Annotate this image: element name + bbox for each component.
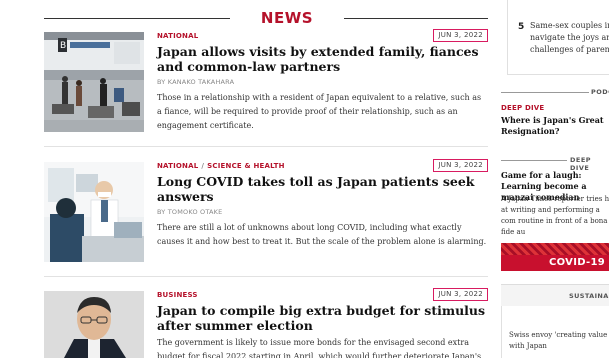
sustainable-section-header: SUSTAINAB — [501, 284, 609, 306]
article-divider — [44, 276, 488, 277]
article-byline[interactable]: BY KANAKO TAKAHARA — [157, 78, 488, 86]
article-thumbnail[interactable]: B — [44, 32, 144, 132]
article-headline[interactable]: Japan allows visits by extended family, … — [157, 44, 488, 74]
sustainable-headline[interactable]: Swiss envoy 'creating value to with Japa… — [509, 330, 609, 352]
article-headline[interactable]: Long COVID takes toll as Japan patients … — [157, 174, 488, 204]
airport-arrival-hall-photo: B — [44, 32, 144, 132]
right-sidebar: 5 Same-sex couples in navigate the joys … — [501, 0, 609, 358]
deep-dive-headline[interactable]: Where is Japan's Great Resignation? — [501, 115, 609, 137]
article-card[interactable]: NATIONAL / SCIENCE & HEALTH JUN 3, 2022 Lo… — [44, 159, 488, 264]
covid-banner[interactable]: COVID-19 — [501, 243, 609, 271]
article-date: JUN 3, 2022 — [433, 159, 488, 172]
article-headline[interactable]: Japan to compile big extra budget for st… — [157, 303, 488, 333]
article-body: NATIONAL / SCIENCE & HEALTH JUN 3, 2022 Lo… — [157, 159, 488, 249]
article-byline[interactable]: BY TOMOKO OTAKE — [157, 208, 488, 216]
article-body: BUSINESS JUN 3, 2022 Japan to compile bi… — [157, 288, 488, 358]
article-thumbnail[interactable] — [44, 162, 144, 262]
deep-dive-section-rule — [501, 160, 567, 161]
covid-banner-label: COVID-19 — [549, 257, 605, 268]
feature-summary: A Japan Times reporter tries his at writ… — [501, 195, 609, 236]
header-rule-left — [44, 18, 230, 19]
ranked-item-number: 5 — [518, 22, 525, 32]
prime-minister-portrait-photo — [44, 291, 144, 358]
article-date: JUN 3, 2022 — [433, 29, 488, 42]
article-card[interactable]: B NATIONAL JUN 3, 2022 Japan allows visi… — [44, 29, 488, 134]
doctor-consultation-photo — [44, 162, 144, 262]
header-rule-right — [344, 18, 488, 19]
section-title: NEWS — [260, 9, 314, 27]
news-section-header: NEWS — [44, 8, 488, 28]
sustainable-section-label: SUSTAINAB — [569, 292, 609, 300]
article-summary: There are still a lot of unknowns about … — [157, 223, 487, 246]
article-body: NATIONAL JUN 3, 2022 Japan allows visits… — [157, 29, 488, 133]
podcast-section-label: PODC — [591, 88, 609, 96]
deep-dive-category[interactable]: DEEP DIVE — [501, 104, 544, 113]
ranked-item-headline[interactable]: Same-sex couples in navigate the joys an… — [530, 20, 609, 56]
article-card[interactable]: BUSINESS JUN 3, 2022 Japan to compile bi… — [44, 288, 488, 358]
article-date: JUN 3, 2022 — [433, 288, 488, 301]
svg-text:B: B — [60, 41, 66, 51]
article-summary: Those in a relationship with a resident … — [157, 93, 482, 130]
virus-pattern-icon — [501, 243, 609, 255]
podcast-section-rule — [501, 92, 589, 93]
article-thumbnail[interactable] — [44, 291, 144, 358]
article-divider — [44, 146, 488, 147]
article-summary: The government is likely to issue more b… — [157, 338, 482, 358]
